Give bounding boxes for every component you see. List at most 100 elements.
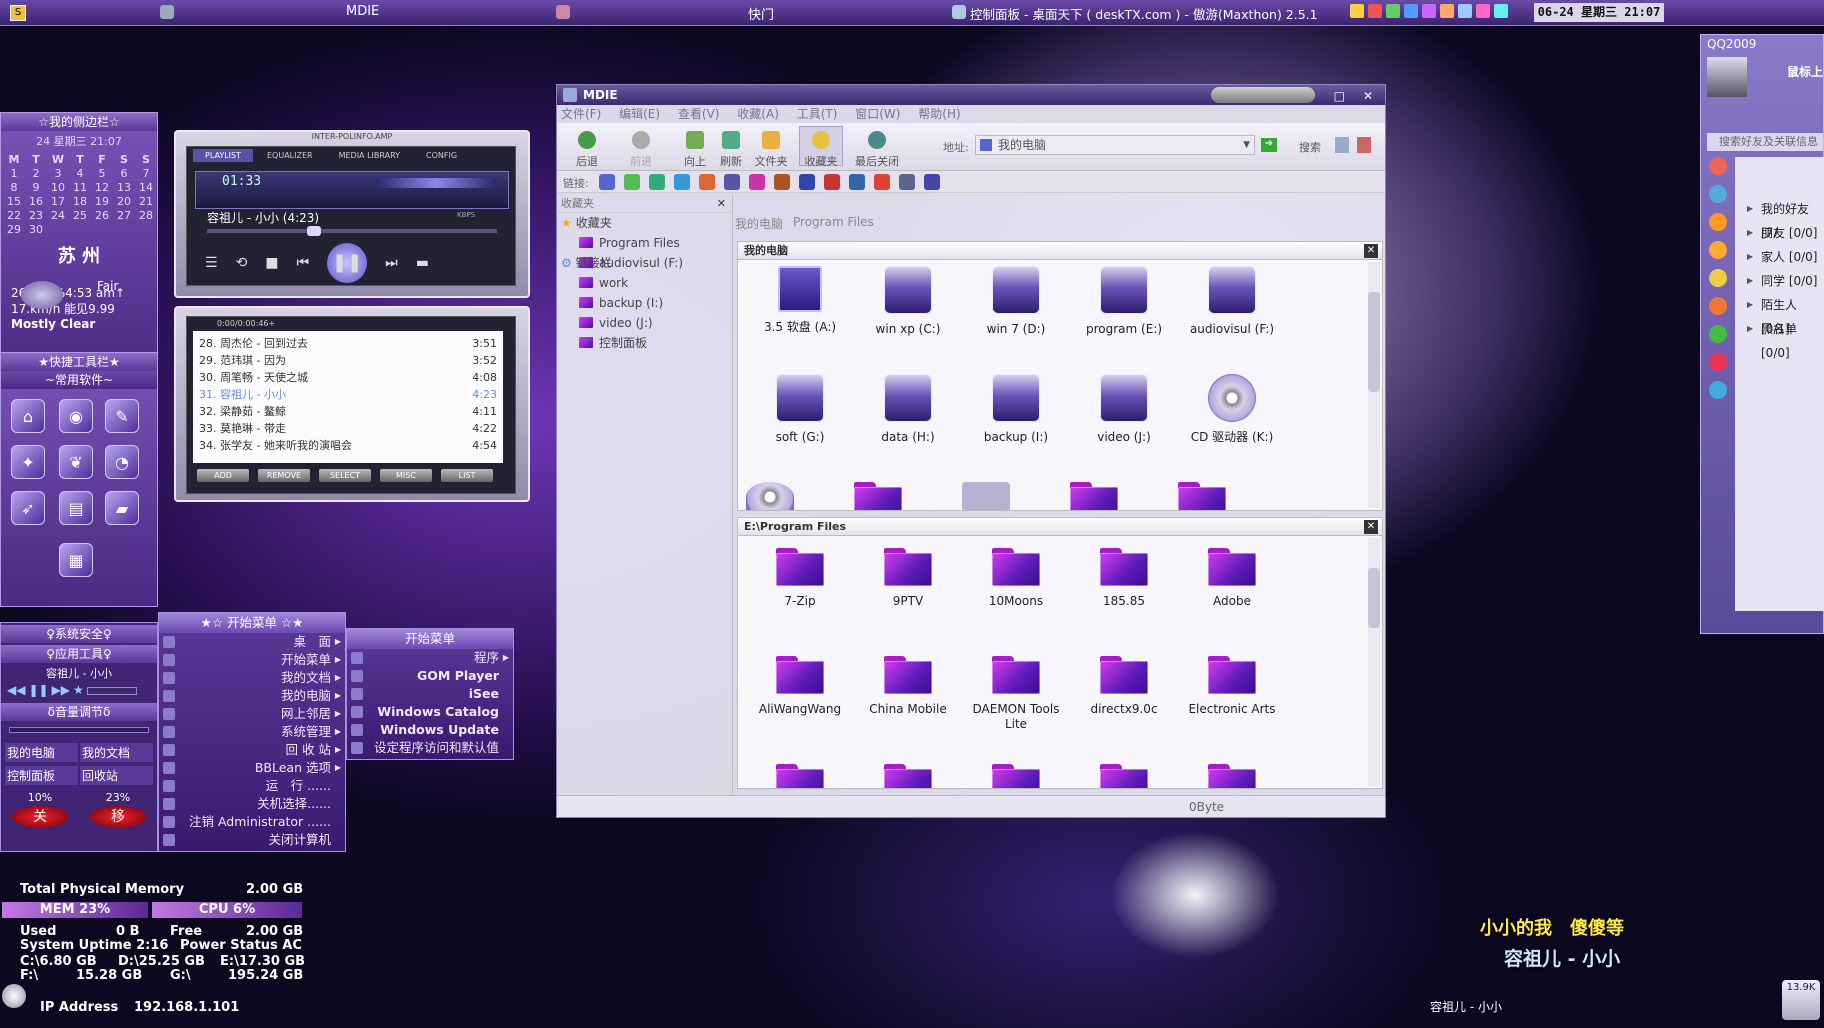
task-maxthon[interactable]: 控制面板 - 桌面天下 ( deskTX.com ) - 傲游(Maxthon)…	[970, 4, 1318, 23]
link-icon-1[interactable]	[599, 174, 615, 190]
calendar-day[interactable]: 7	[135, 167, 157, 180]
qq-icon-8[interactable]	[1709, 353, 1727, 371]
calendar-day[interactable]: 16	[25, 195, 47, 208]
tray-icon-2[interactable]	[1368, 4, 1382, 18]
start-menu-item[interactable]: 系统管理 ▶	[159, 723, 345, 741]
calendar-day[interactable]: 14	[135, 181, 157, 194]
forward-button[interactable]: 前进	[619, 131, 663, 169]
calendar-day[interactable]	[69, 223, 91, 236]
seek-thumb[interactable]	[307, 226, 321, 236]
qq-icon-4[interactable]	[1709, 241, 1727, 259]
folder-item[interactable]: directx9.0c	[1070, 650, 1178, 758]
task-mdie[interactable]: MDIE	[346, 4, 379, 19]
tray-icon-5[interactable]	[1422, 4, 1436, 18]
folder-icon[interactable]	[1178, 482, 1226, 510]
folder-item[interactable]: 185.85	[1070, 542, 1178, 650]
favorites-button[interactable]: 收藏夹	[799, 126, 843, 168]
folder-item[interactable]: Electronic Arts	[1178, 650, 1286, 758]
calendar-day[interactable]: 4	[69, 167, 91, 180]
tray-icon-7[interactable]	[1458, 4, 1472, 18]
start-submenu-item[interactable]: 程序 ▶	[347, 649, 513, 667]
menu-window[interactable]: 窗口(W)	[855, 107, 900, 121]
start-menu-item[interactable]: 开始菜单 ▶	[159, 651, 345, 669]
qq-group[interactable]: 家人 [0/0]	[1735, 245, 1824, 269]
drive-item[interactable]: program (E:)	[1070, 266, 1178, 374]
calendar-day[interactable]: 9	[25, 181, 47, 194]
app-picture-icon[interactable]: ▦	[59, 543, 93, 577]
folder-item[interactable]: AliWangWang	[746, 650, 854, 758]
link-icon-8[interactable]	[774, 174, 790, 190]
drive-item[interactable]: audiovisul (F:)	[1178, 266, 1286, 374]
folder-icon[interactable]	[884, 764, 932, 788]
tray-icon-4[interactable]	[1404, 4, 1418, 18]
tab-playlist[interactable]: PLAYLIST	[193, 149, 253, 162]
menu-file[interactable]: 文件(F)	[561, 107, 601, 121]
link-icon-13[interactable]	[899, 174, 915, 190]
playlist-row[interactable]: 32. 梁静茹 - 鳌鲸 4:11	[199, 403, 497, 420]
system-security[interactable]: ♀系统安全♀	[1, 625, 157, 643]
folder-item[interactable]: 10Moons	[962, 542, 1070, 650]
folder-icon[interactable]	[1100, 764, 1148, 788]
folder-item[interactable]: Adobe	[1178, 542, 1286, 650]
playlist-row[interactable]: 34. 张学友 - 她来听我的演唱会 4:54	[199, 437, 497, 454]
link-icon-10[interactable]	[824, 174, 840, 190]
folder-icon[interactable]	[1208, 764, 1256, 788]
drive-item[interactable]: win 7 (D:)	[962, 266, 1070, 374]
qq-icon-6[interactable]	[1709, 297, 1727, 315]
start-menu-item[interactable]: BBLean 选项 ▶	[159, 759, 345, 777]
app-folder-icon[interactable]: ▰	[105, 491, 139, 525]
cd-icon[interactable]	[746, 482, 794, 510]
calendar-day[interactable]: 12	[91, 181, 113, 194]
shortcut-control-panel[interactable]: 控制面板	[5, 766, 78, 785]
maximize-icon[interactable]: □	[1334, 86, 1345, 106]
app-star-icon[interactable]: ✦	[11, 445, 45, 479]
tree-item[interactable]: Program Files	[561, 233, 732, 253]
drive-item[interactable]: CD 驱动器 (K:)	[1178, 374, 1286, 482]
qq-icon-3[interactable]	[1709, 213, 1727, 231]
tree-item[interactable]: video (J:)	[561, 313, 732, 333]
start-submenu-item[interactable]: Windows Catalog	[347, 703, 513, 721]
calendar-day[interactable]: 25	[69, 209, 91, 222]
playlist-row[interactable]: 29. 范玮琪 - 因为 3:52	[199, 352, 497, 369]
prev-icon[interactable]: ◀◀	[7, 683, 25, 697]
qq-group[interactable]: 陌生人 [0/1]	[1735, 293, 1824, 336]
tree-item[interactable]: work	[561, 273, 732, 293]
qq-group[interactable]: 我的好友 [7/	[1735, 197, 1824, 240]
tree-item[interactable]: backup (I:)	[561, 293, 732, 313]
link-icon-12[interactable]	[874, 174, 890, 190]
qq-icon-5[interactable]	[1709, 269, 1727, 287]
app-home-icon[interactable]: ⌂	[11, 399, 45, 433]
tab-program-files[interactable]: Program Files	[793, 215, 874, 232]
playlist-misc-button[interactable]: MISC	[380, 469, 432, 482]
drive-item[interactable]: video (J:)	[1070, 374, 1178, 482]
app-chart-icon[interactable]: ◔	[105, 445, 139, 479]
folder-icon[interactable]	[992, 764, 1040, 788]
tab-media-library[interactable]: MEDIA LIBRARY	[327, 149, 412, 162]
address-field[interactable]: 我的电脑 ▼	[975, 135, 1255, 155]
volume-slider[interactable]	[9, 727, 149, 733]
playlist-add-button[interactable]: ADD	[197, 469, 249, 482]
calendar-day[interactable]: 15	[3, 195, 25, 208]
pane1-close-icon[interactable]: ✕	[1364, 244, 1378, 258]
seek-bar[interactable]	[207, 226, 497, 236]
back-button[interactable]: 后退	[565, 131, 609, 169]
folder-item[interactable]: 7-Zip	[746, 542, 854, 650]
start-submenu-item[interactable]: iSee	[347, 685, 513, 703]
start-menu-item[interactable]: 回 收 站 ▶	[159, 741, 345, 759]
qq-icon-1[interactable]	[1709, 157, 1727, 175]
calendar-day[interactable]	[135, 223, 157, 236]
start-submenu-item[interactable]: GOM Player	[347, 667, 513, 685]
tab-my-computer[interactable]: 我的电脑	[735, 215, 783, 232]
calendar-day[interactable]: 18	[69, 195, 91, 208]
mini-progress[interactable]	[86, 687, 137, 695]
folder-icon[interactable]	[1070, 482, 1118, 510]
restart-button[interactable]: 移	[90, 806, 146, 828]
previous-icon[interactable]: ⏮	[297, 255, 310, 271]
menu-edit[interactable]: 编辑(E)	[619, 107, 660, 121]
shutdown-button[interactable]: 关	[12, 806, 68, 828]
calendar-day[interactable]: 28	[135, 209, 157, 222]
start-menu-item[interactable]: 关机选择......	[159, 795, 345, 813]
calendar-day[interactable]: 19	[91, 195, 113, 208]
open-folder-icon[interactable]: ▬	[416, 255, 429, 271]
pane2-scroll-thumb[interactable]	[1368, 568, 1380, 628]
